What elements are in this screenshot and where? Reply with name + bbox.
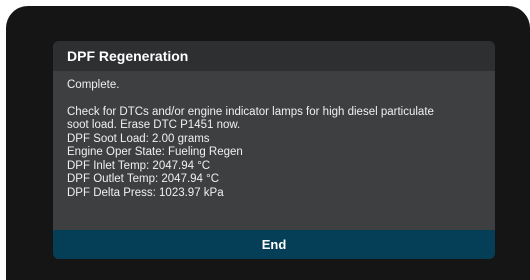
end-button[interactable]: End <box>53 230 495 259</box>
dpf-regeneration-dialog: DPF Regeneration Complete. Check for DTC… <box>53 41 495 259</box>
dialog-body: Complete. Check for DTCs and/or engine i… <box>53 71 495 230</box>
reading-outlet-temp: DPF Outlet Temp: 2047.94 °C <box>67 173 220 185</box>
dialog-title: DPF Regeneration <box>53 41 495 71</box>
status-text: Complete. <box>67 79 120 91</box>
device-screen: DPF Regeneration Complete. Check for DTC… <box>6 6 530 280</box>
reading-soot-load: DPF Soot Load: 2.00 grams <box>67 132 210 145</box>
reading-delta-press: DPF Delta Press: 1023.97 kPa <box>67 186 224 199</box>
instruction-text: Check for DTCs and/or engine indicator l… <box>67 105 434 132</box>
reading-inlet-temp: DPF Inlet Temp: 2047.94 °C <box>67 159 211 172</box>
reading-engine-oper-state: Engine Oper State: Fueling Regen <box>67 146 243 158</box>
